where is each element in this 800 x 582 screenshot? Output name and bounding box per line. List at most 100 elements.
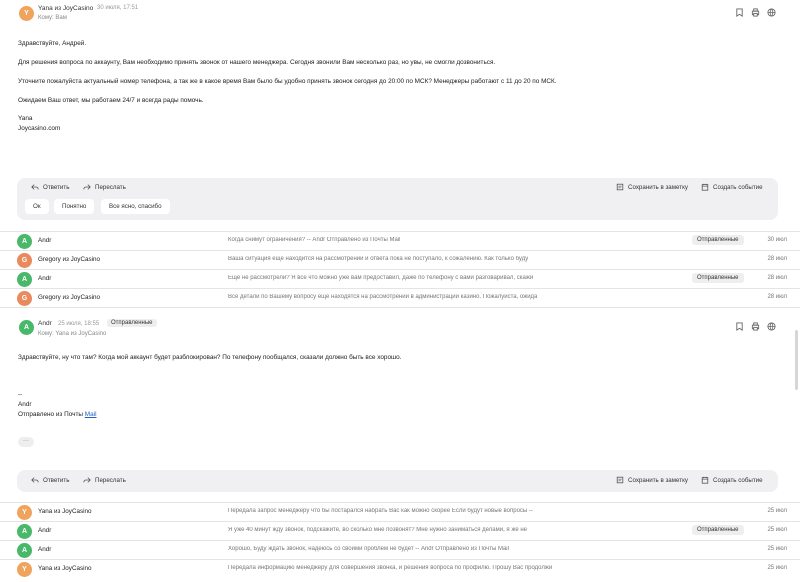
- signature-name: Andr: [18, 401, 32, 408]
- reply-button[interactable]: Ответить: [31, 476, 69, 484]
- create-event-label: Создать событие: [713, 183, 763, 191]
- sender-name[interactable]: Yana из JoyCasino: [38, 5, 93, 12]
- print-icon[interactable]: [751, 322, 760, 331]
- save-note-label: Сохранить в заметку: [628, 476, 688, 484]
- row-sender: Gregory из JoyCasino: [38, 256, 101, 263]
- list-item[interactable]: A Andr Я уже 40 минут жду звонок, подска…: [0, 521, 800, 540]
- note-icon: [616, 476, 624, 484]
- row-snippet: Ваша ситуация еще находится на рассмотре…: [228, 256, 529, 262]
- row-snippet: Передала запрос менеджеру что бы постара…: [228, 508, 533, 514]
- globe-icon[interactable]: [767, 8, 776, 17]
- body-paragraph: Ожидаем Ваш ответ, мы работаем 24/7 и вс…: [18, 97, 204, 104]
- calendar-icon: [701, 183, 709, 191]
- row-sender: Yana из JoyCasino: [38, 565, 92, 572]
- recipient-line[interactable]: Кому: Yana из JoyCasino: [38, 331, 106, 337]
- reply-label: Ответить: [43, 183, 70, 191]
- row-sender: Gregory из JoyCasino: [38, 294, 101, 301]
- avatar: Y: [17, 505, 32, 520]
- create-event-button[interactable]: Создать событие: [701, 476, 763, 484]
- quick-reply-understood[interactable]: Понятно: [54, 199, 95, 214]
- avatar: G: [17, 291, 32, 306]
- list-item[interactable]: A Andr Хорошо, Буду ждать звонок, надеюс…: [0, 540, 800, 559]
- message-date: 25 июля, 18:55: [58, 321, 100, 327]
- mail-link[interactable]: Mail: [85, 411, 97, 418]
- avatar: Y: [17, 562, 32, 577]
- status-badge: Отправленные: [692, 273, 744, 283]
- status-badge: Отправленные: [107, 319, 157, 327]
- row-date: 28 июл: [767, 256, 787, 262]
- quick-reply-ok[interactable]: Ок: [25, 199, 49, 214]
- create-event-label: Создать событие: [713, 476, 763, 484]
- create-event-button[interactable]: Создать событие: [701, 183, 763, 191]
- row-sender: Yana из JoyCasino: [38, 508, 92, 515]
- row-sender: Andr: [38, 275, 52, 282]
- save-note-button[interactable]: Сохранить в заметку: [616, 183, 688, 191]
- body-paragraph: Здравствуйте, ну что там? Когда мой акка…: [18, 354, 402, 361]
- scrollbar[interactable]: [795, 330, 798, 390]
- body-paragraph: Уточните пожалуйста актуальный номер тел…: [18, 78, 557, 85]
- avatar: G: [17, 253, 32, 268]
- row-snippet: Хорошо, Буду ждать звонок, надеюсь со св…: [228, 546, 509, 552]
- row-date: 25 июл: [767, 508, 787, 514]
- row-date: 25 июл: [767, 565, 787, 571]
- row-snippet: Я уже 40 минут жду звонок, подскажите, в…: [228, 527, 527, 533]
- status-badge: Отправленные: [692, 235, 744, 245]
- forward-button[interactable]: Переслать: [83, 476, 126, 484]
- row-sender: Andr: [38, 237, 52, 244]
- avatar: A: [17, 234, 32, 249]
- reply-panel: Ответить Переслать Сохранить в заметку С…: [17, 178, 778, 220]
- avatar: Y: [19, 6, 34, 21]
- forward-icon: [83, 184, 91, 190]
- avatar: A: [17, 524, 32, 539]
- message-toolbar: [735, 322, 776, 331]
- forward-label: Переслать: [95, 476, 126, 484]
- message-toolbar: [735, 8, 776, 17]
- row-date: 28 июл: [767, 275, 787, 281]
- row-date: 28 июл: [767, 294, 787, 300]
- reply-icon: [31, 184, 39, 190]
- reply-button[interactable]: Ответить: [31, 183, 69, 191]
- reply-label: Ответить: [43, 476, 70, 484]
- bookmark-icon[interactable]: [735, 8, 744, 17]
- reply-icon: [31, 477, 39, 483]
- quick-reply-thanks[interactable]: Все ясно, спасибо: [101, 199, 170, 214]
- row-date: 25 июл: [767, 527, 787, 533]
- signature-site: Joycasino.com: [18, 125, 61, 132]
- bookmark-icon[interactable]: [735, 322, 744, 331]
- row-sender: Andr: [38, 527, 52, 534]
- list-item[interactable]: Y Yana из JoyCasino Передала информацию …: [0, 559, 800, 578]
- body-paragraph: Для решения вопроса по аккаунту, Вам нео…: [18, 59, 496, 66]
- avatar: A: [19, 320, 34, 335]
- show-quoted-button[interactable]: ···: [18, 437, 34, 447]
- row-date: 30 июл: [767, 237, 787, 243]
- globe-icon[interactable]: [767, 322, 776, 331]
- list-item[interactable]: A Andr Еще не рассмотрели? Я все что мож…: [0, 269, 800, 288]
- save-note-label: Сохранить в заметку: [628, 183, 688, 191]
- signature-sent-from: Отправлено из Почты Mail: [18, 411, 96, 418]
- recipient-line[interactable]: Кому: Вам: [38, 15, 67, 21]
- forward-icon: [83, 477, 91, 483]
- note-icon: [616, 183, 624, 191]
- calendar-icon: [701, 476, 709, 484]
- row-snippet: Все детали по Вашему вопросу еще находят…: [228, 294, 538, 300]
- greeting-text: Здравствуйте, Андрей.: [18, 40, 87, 47]
- list-item[interactable]: G Gregory из JoyCasino Все детали по Ваш…: [0, 288, 800, 307]
- forward-button[interactable]: Переслать: [83, 183, 126, 191]
- row-sender: Andr: [38, 546, 52, 553]
- print-icon[interactable]: [751, 8, 760, 17]
- list-item[interactable]: A Andr Когда снимут ограничения? -- Andr…: [0, 231, 800, 250]
- signature-name: Yana: [18, 115, 33, 122]
- reply-panel: Ответить Переслать Сохранить в заметку С…: [17, 470, 778, 492]
- row-snippet: Еще не рассмотрели? Я все что можно уже …: [228, 275, 534, 281]
- forward-label: Переслать: [95, 183, 126, 191]
- list-item[interactable]: G Gregory из JoyCasino Ваша ситуация еще…: [0, 250, 800, 269]
- save-note-button[interactable]: Сохранить в заметку: [616, 476, 688, 484]
- divider: [0, 307, 800, 308]
- signature-sent-label: Отправлено из Почты: [18, 411, 85, 418]
- row-snippet: Когда снимут ограничения? -- Andr Отправ…: [228, 237, 401, 243]
- message-date: 30 июля, 17:51: [97, 5, 139, 11]
- avatar: A: [17, 272, 32, 287]
- sender-name[interactable]: Andr: [38, 320, 52, 327]
- list-item[interactable]: Y Yana из JoyCasino Передала запрос мене…: [0, 502, 800, 521]
- status-badge: Отправленные: [692, 525, 744, 535]
